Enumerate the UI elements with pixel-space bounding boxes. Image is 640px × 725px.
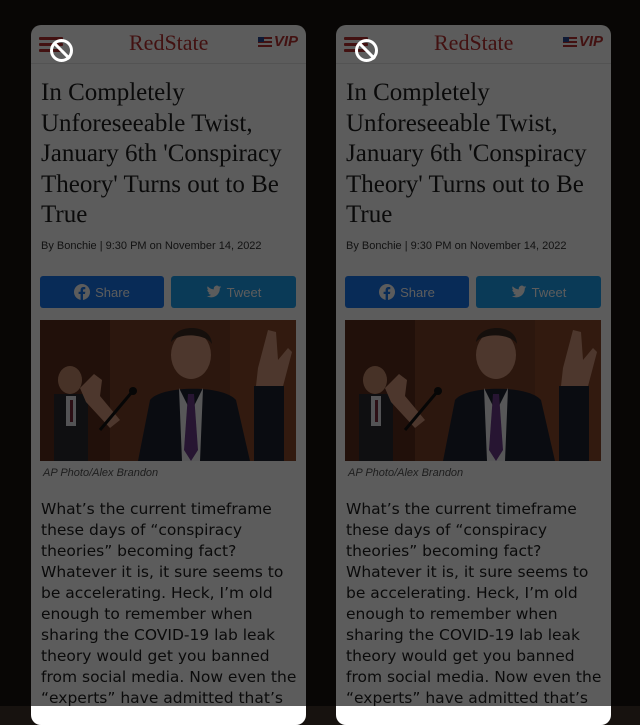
vip-label: VIP <box>578 33 603 50</box>
vip-link[interactable]: VIP <box>257 33 298 50</box>
us-flag-icon <box>562 36 577 47</box>
facebook-icon <box>379 284 396 300</box>
article-title: In Completely Unforeseeable Twist, Janua… <box>346 79 587 228</box>
facebook-share-button[interactable]: Share <box>40 276 164 308</box>
article-byline: By Bonchie | 9:30 PM on November 14, 202… <box>41 240 262 252</box>
site-header: RedState VIP <box>336 25 611 65</box>
share-label: Share <box>400 284 435 300</box>
site-logo[interactable]: RedState <box>434 30 513 56</box>
share-label: Share <box>95 284 130 300</box>
facebook-share-button[interactable]: Share <box>345 276 469 308</box>
article-screen-right: RedState VIP In Completely Unforeseeable… <box>336 25 611 725</box>
article-byline: By Bonchie | 9:30 PM on November 14, 202… <box>346 240 567 252</box>
header-divider <box>336 63 611 64</box>
article-title: In Completely Unforeseeable Twist, Janua… <box>41 79 282 228</box>
twitter-tweet-button[interactable]: Tweet <box>171 276 296 308</box>
facebook-icon <box>74 284 91 300</box>
site-header: RedState VIP <box>31 25 306 65</box>
header-divider <box>31 63 306 64</box>
article-photo <box>345 320 601 461</box>
article-screen-left: RedState VIP In Completely Unforeseeable… <box>31 25 306 725</box>
article-body: What’s the current timeframe these days … <box>41 500 297 707</box>
vip-link[interactable]: VIP <box>562 33 603 50</box>
no-entry-icon <box>355 39 378 62</box>
us-flag-icon <box>257 36 272 47</box>
tweet-label: Tweet <box>226 284 262 300</box>
vip-label: VIP <box>273 33 298 50</box>
no-entry-icon <box>50 39 73 62</box>
photo-caption: AP Photo/Alex Brandon <box>348 467 464 479</box>
twitter-icon <box>511 285 526 298</box>
twitter-icon <box>206 285 221 298</box>
article-body: What’s the current timeframe these days … <box>346 500 602 707</box>
photo-caption: AP Photo/Alex Brandon <box>43 467 159 479</box>
article-photo <box>40 320 296 461</box>
site-logo[interactable]: RedState <box>129 30 208 56</box>
tweet-label: Tweet <box>531 284 567 300</box>
twitter-tweet-button[interactable]: Tweet <box>476 276 601 308</box>
